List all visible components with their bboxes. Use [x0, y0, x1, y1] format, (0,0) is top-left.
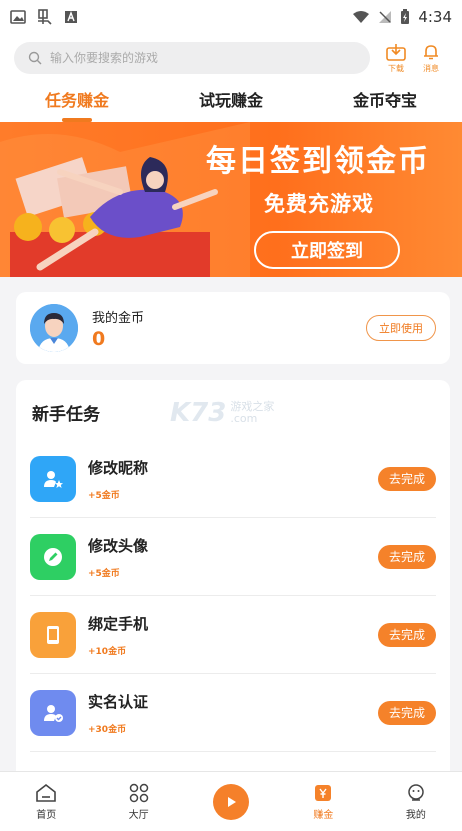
complete-task-button[interactable]: 去完成: [378, 544, 436, 569]
tab-bar: 任务赚金 试玩赚金 金币夺宝: [0, 82, 462, 122]
grid-icon: [129, 783, 148, 802]
wifi-icon: [353, 11, 370, 23]
task-name: 实名认证: [88, 692, 149, 711]
search-bar[interactable]: [14, 42, 370, 74]
nav-home-label: 首页: [36, 809, 57, 821]
image-icon: [10, 10, 26, 24]
task-name: 修改昵称: [88, 458, 149, 477]
play-icon: [213, 783, 250, 820]
nav-hall[interactable]: 大厅: [92, 772, 184, 831]
top-bar: 下载 消息: [0, 34, 462, 82]
tab-coin-treasure[interactable]: 金币夺宝: [308, 82, 462, 122]
task-name: 修改头像: [88, 536, 149, 555]
status-time: 4:34: [418, 8, 452, 26]
task-row: 实名认证 +30金币 去完成: [30, 674, 436, 752]
coins-label: 我的金币: [92, 310, 145, 326]
tab-trial-earn[interactable]: 试玩赚金: [154, 82, 308, 122]
tab-task-earn[interactable]: 任务赚金: [0, 82, 154, 122]
nav-mine[interactable]: 我的: [370, 772, 462, 831]
newbie-tasks-card: 新手任务 修改昵称 +5金币 去完成 修改头像 +5金币 去完成 绑定手机 +1…: [16, 380, 450, 772]
nav-earn-label: 赚金: [313, 809, 334, 821]
signal-off-icon: [379, 11, 392, 23]
task-row: 修改昵称 +5金币 去完成: [30, 440, 436, 518]
nav-earn[interactable]: 赚金: [277, 772, 369, 831]
task-row: 修改头像 +5金币 去完成: [30, 518, 436, 596]
download-icon: [386, 43, 406, 61]
phone-icon: [30, 611, 76, 658]
pencil-icon: [30, 533, 76, 580]
task-reward: +5金币: [88, 568, 120, 579]
bell-icon: [424, 44, 438, 59]
task-reward: +10金币: [88, 646, 127, 657]
checkin-button[interactable]: 立即签到: [254, 231, 400, 269]
banner-title: 每日签到领金币: [206, 144, 430, 179]
notification-icon: [38, 9, 52, 25]
status-bar: 4:34: [0, 0, 462, 34]
nav-play[interactable]: [185, 772, 277, 831]
user-avatar-icon: [30, 304, 78, 352]
profile-icon: [408, 783, 424, 801]
home-icon: [36, 783, 57, 802]
coins-value: 0: [92, 327, 106, 350]
task-reward: +30金币: [88, 724, 127, 735]
watermark-line2: .com: [230, 412, 258, 425]
app-icon: [65, 11, 77, 23]
task-name: 绑定手机: [88, 614, 149, 633]
messages-label: 消息: [423, 63, 439, 73]
checkin-banner[interactable]: 每日签到领金币 免费充游戏 立即签到: [0, 122, 462, 277]
use-coins-button[interactable]: 立即使用: [366, 315, 436, 341]
messages-button[interactable]: 消息: [422, 43, 440, 74]
nav-hall-label: 大厅: [128, 809, 149, 821]
battery-icon: [401, 9, 410, 24]
task-reward: +5金币: [88, 490, 120, 501]
nav-mine-label: 我的: [405, 809, 426, 821]
download-label: 下载: [388, 63, 404, 73]
complete-task-button[interactable]: 去完成: [378, 622, 436, 647]
bottom-nav: 首页 大厅 赚金 我的: [0, 771, 462, 831]
user-star-icon: [30, 455, 76, 502]
download-button[interactable]: 下载: [386, 43, 406, 74]
complete-task-button[interactable]: 去完成: [378, 700, 436, 725]
my-coins-card: 我的金币 0 立即使用: [16, 292, 450, 364]
coin-wallet-icon: [315, 784, 332, 801]
avatar[interactable]: [30, 304, 78, 352]
task-row: 绑定手机 +10金币 去完成: [30, 596, 436, 674]
banner-subtitle: 免费充游戏: [264, 192, 374, 216]
complete-task-button[interactable]: 去完成: [378, 466, 436, 491]
watermark-logo: K73: [170, 398, 227, 428]
nav-home[interactable]: 首页: [0, 772, 92, 831]
tasks-title: 新手任务: [32, 405, 100, 425]
watermark: K73 游戏之家 .com: [170, 398, 274, 428]
search-icon: [28, 51, 42, 65]
user-verified-icon: [30, 689, 76, 736]
search-input[interactable]: [50, 51, 330, 65]
